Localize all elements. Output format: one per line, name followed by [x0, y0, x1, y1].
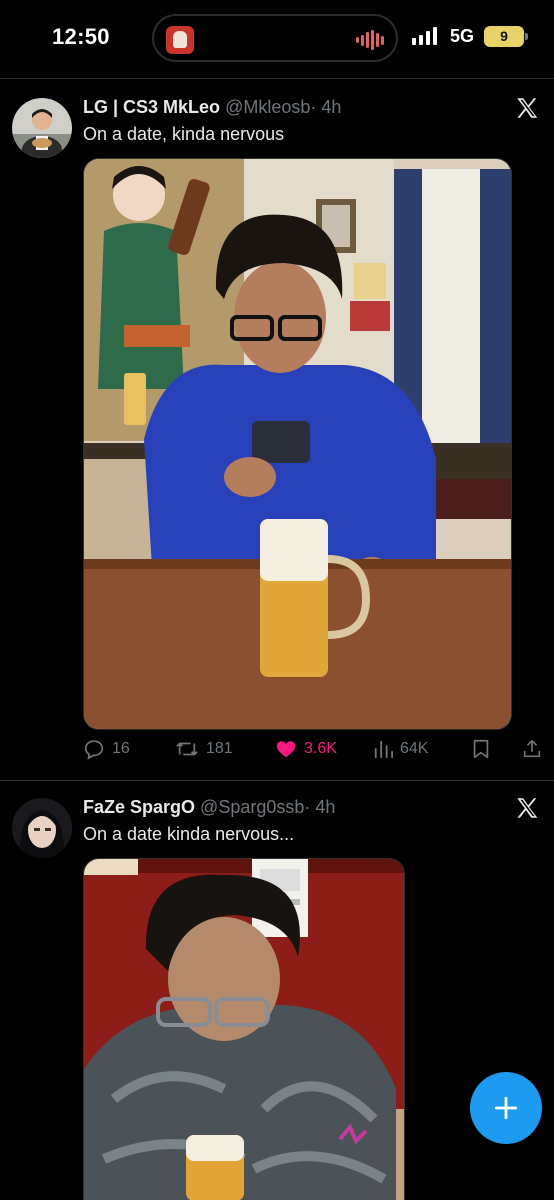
avatar[interactable] [12, 798, 72, 858]
display-name[interactable]: FaZe SpargO [83, 797, 195, 817]
handle[interactable]: @Sparg0ssb [200, 797, 304, 817]
timestamp[interactable]: · 4h [304, 797, 335, 817]
tweet[interactable]: FaZe SpargO @Sparg0ssb· 4h On a date kin… [0, 0, 554, 1200]
tweet-text: On a date kinda nervous... [83, 824, 295, 844]
x-logo-icon[interactable] [514, 795, 540, 821]
tweet-header: FaZe SpargO @Sparg0ssb· 4h [83, 797, 335, 818]
plus-icon [494, 1096, 518, 1120]
tweet-photo[interactable] [83, 858, 405, 1200]
compose-button[interactable] [470, 1072, 542, 1144]
